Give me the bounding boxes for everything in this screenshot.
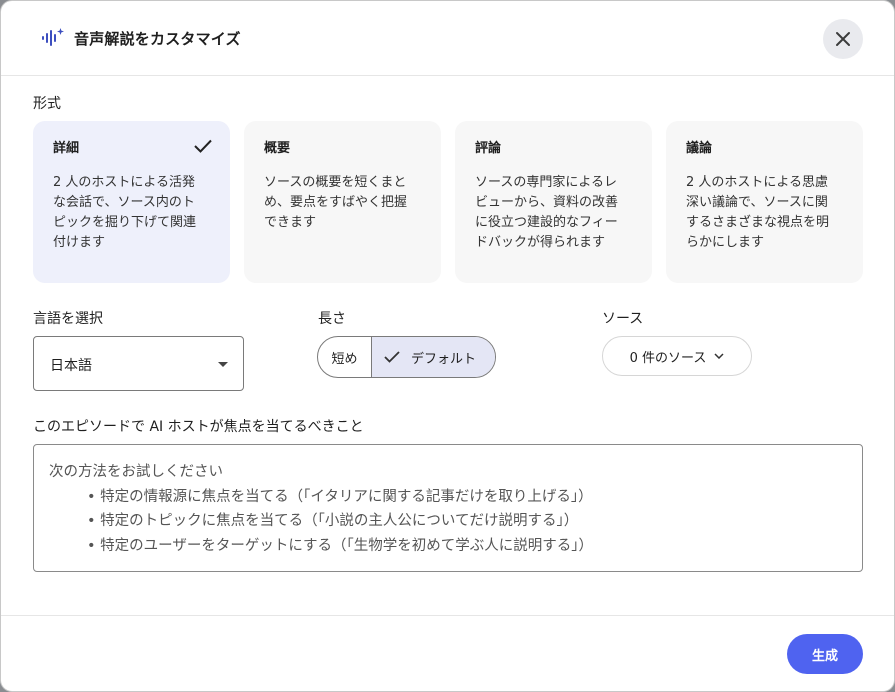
card-title: 概要 [264, 141, 291, 156]
length-default-button[interactable]: デフォルト [372, 337, 495, 377]
format-label: 形式 [33, 96, 61, 112]
card-desc-line: ドバックが得られます [475, 235, 606, 250]
generate-button[interactable]: 生成 [787, 634, 863, 674]
dialog-header: 音声解説をカスタマイズ [1, 1, 894, 76]
card-desc-line: め、要点をすばやく把握 [264, 195, 408, 210]
card-description: ソースの専門家によるレ ビューから、資料の改善 に役立つ建設的なフィー ドバック… [475, 173, 632, 253]
card-description: 2 人のホストによる思慮 深い議論で、ソースに関 するさまざまな視点を明 らかに… [686, 173, 843, 253]
card-desc-line: な会話で、ソース内のト [53, 195, 195, 210]
card-title: 評論 [475, 141, 502, 156]
audio-sparkle-icon [41, 27, 65, 49]
close-button[interactable] [823, 19, 863, 59]
source-value: 0 件のソース [629, 350, 707, 366]
card-title: 議論 [686, 141, 713, 156]
card-desc-line: ソースの専門家によるレ [475, 175, 617, 190]
card-description: 2 人のホストによる活発 な会話で、ソース内のト ピックを掘り下げて関連 付けま… [53, 173, 210, 253]
card-desc-line: らかにします [686, 235, 765, 250]
card-title: 詳細 [53, 141, 80, 156]
dialog-footer: 生成 [1, 615, 894, 691]
focus-placeholder-line: • 特定のトピックに焦点を当てる（「小説の主人公についてだけ説明する」） [87, 513, 579, 529]
focus-textarea[interactable]: 次の方法をお試しください • 特定の情報源に焦点を当てる（「イタリアに関する記事… [33, 444, 863, 572]
format-card-summary[interactable]: 概要 ソースの概要を短くまと め、要点をすばやく把握 できます [244, 121, 441, 283]
dropdown-caret-icon [218, 362, 228, 367]
card-desc-line: ビューから、資料の改善 [475, 195, 619, 210]
language-select[interactable]: 日本語 [33, 336, 244, 391]
format-card-detailed[interactable]: 詳細 2 人のホストによる活発 な会話で、ソース内のト ピックを掘り下げて関連 … [33, 121, 230, 283]
focus-placeholder-line: • 特定の情報源に焦点を当てる（「イタリアに関する記事だけを取り上げる」） [87, 488, 593, 505]
card-desc-line: 2 人のホストによる思慮 [686, 175, 829, 190]
focus-placeholder-line: • 特定のユーザーをターゲットにする（「生物学を初めて学ぶ人に説明する」） [87, 537, 594, 554]
card-desc-line: するさまざまな視点を明 [686, 215, 830, 230]
language-value: 日本語 [50, 358, 92, 374]
close-icon [836, 32, 850, 46]
length-short-button[interactable]: 短め [318, 337, 372, 377]
source-dropdown-button[interactable]: 0 件のソース [602, 336, 752, 376]
format-card-debate[interactable]: 議論 2 人のホストによる思慮 深い議論で、ソースに関 するさまざまな視点を明 … [666, 121, 863, 283]
card-desc-line: 深い議論で、ソースに関 [686, 195, 828, 210]
card-desc-line: できます [264, 215, 317, 230]
length-short-label: 短め [331, 351, 358, 367]
chevron-down-icon [714, 353, 724, 359]
length-label: 長さ [318, 311, 346, 327]
checkmark-icon [384, 351, 400, 363]
dialog-title: 音声解説をカスタマイズ [74, 30, 241, 48]
length-segmented-control: 短め デフォルト [317, 336, 496, 378]
language-label: 言語を選択 [33, 311, 103, 327]
focus-placeholder-line: 次の方法をお試しください [49, 464, 223, 480]
card-desc-line: 2 人のホストによる活発 [53, 175, 196, 190]
card-desc-line: 付けます [53, 235, 106, 250]
checkmark-icon [194, 138, 212, 157]
focus-label: このエピソードで AI ホストが焦点を当てるべきこと [33, 419, 364, 435]
card-desc-line: ピックを掘り下げて関連 [53, 215, 197, 230]
card-description: ソースの概要を短くまと め、要点をすばやく把握 できます [264, 173, 421, 233]
card-desc-line: に役立つ建設的なフィー [475, 215, 618, 230]
customize-audio-dialog: 音声解説をカスタマイズ 形式 詳細 2 人のホストによる活発 な会話で、ソース内… [0, 0, 895, 692]
length-default-label: デフォルト [411, 351, 477, 367]
format-card-critique[interactable]: 評論 ソースの専門家によるレ ビューから、資料の改善 に役立つ建設的なフィー ド… [455, 121, 652, 283]
card-desc-line: ソースの概要を短くまと [264, 175, 407, 190]
source-label: ソース [602, 311, 644, 327]
